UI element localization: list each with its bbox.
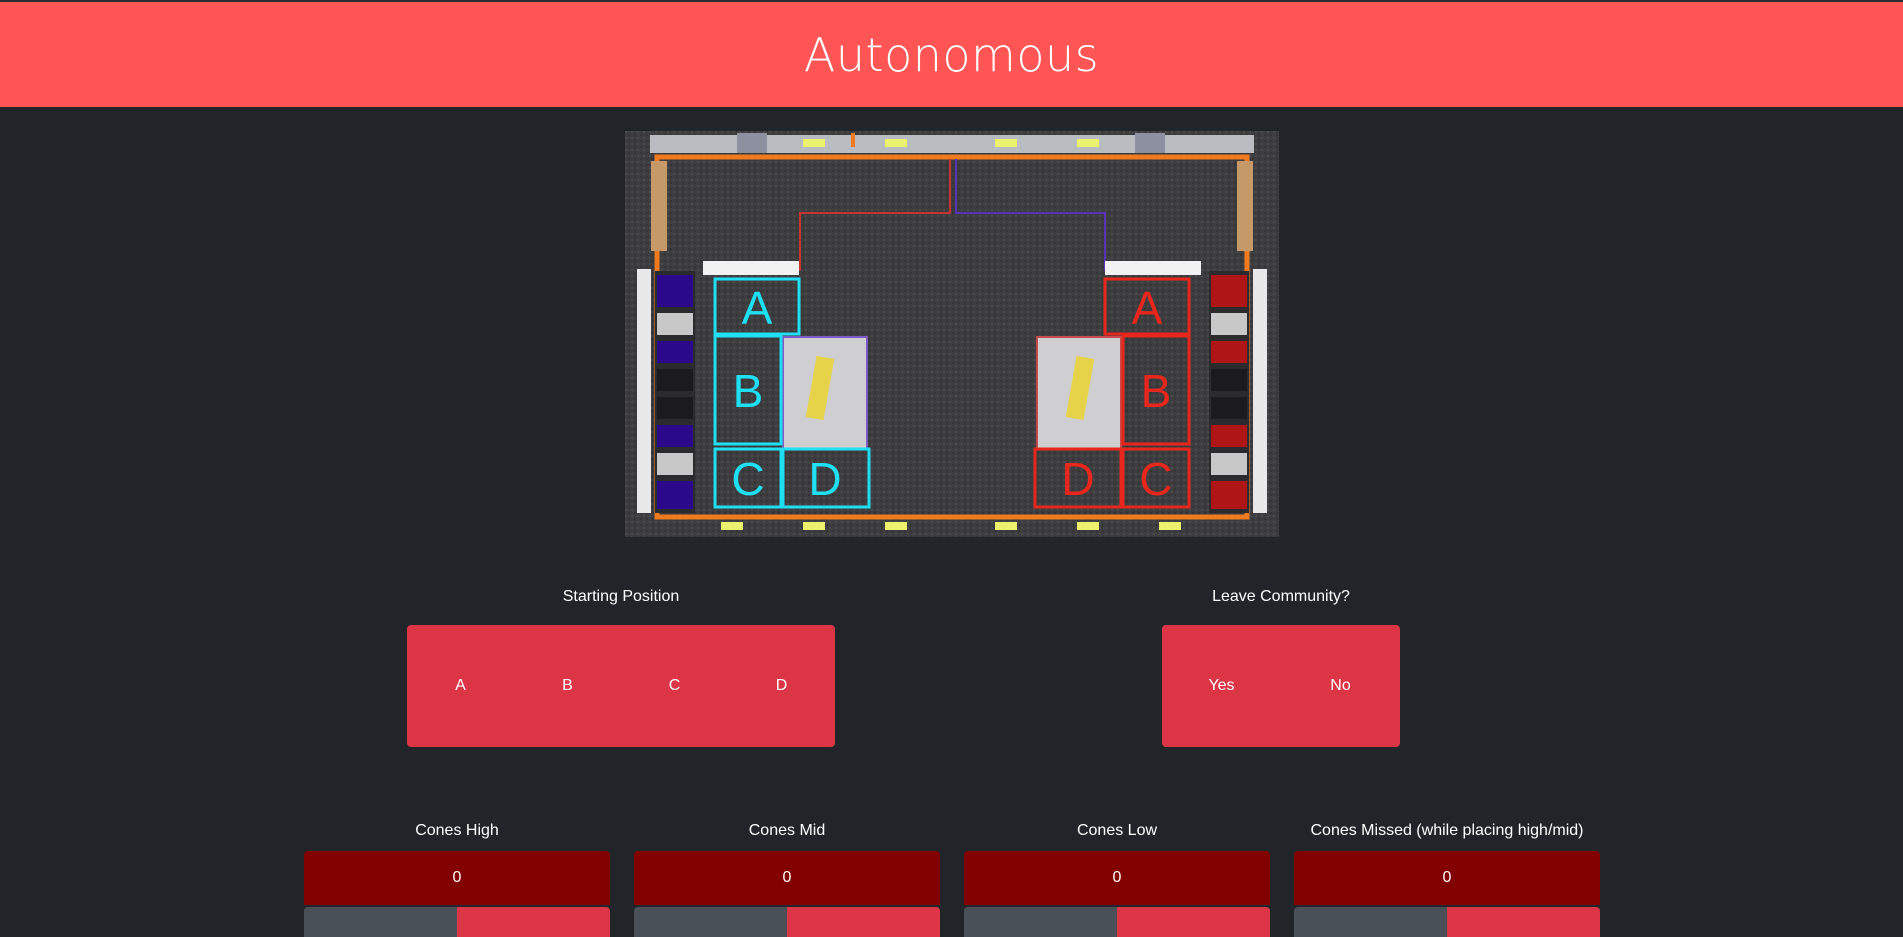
svg-text:B: B [733,365,764,417]
leave-community-no-button[interactable]: No [1281,625,1400,747]
starting-position-label: Starting Position [562,588,680,605]
leave-community-yes-button[interactable]: Yes [1162,625,1281,747]
cones-mid-label: Cones Mid [748,822,826,839]
start-position-a-button[interactable]: A [407,625,514,747]
cones-high-decrement-button[interactable] [304,907,457,937]
cones-low-increment-button[interactable] [1117,907,1270,937]
svg-text:C: C [1139,453,1172,505]
cones-low-value: 0 [964,851,1270,905]
field-map: A B C D A B D C [625,131,1279,537]
cones-missed-increment-button[interactable] [1447,907,1600,937]
svg-text:B: B [1141,365,1172,417]
svg-text:C: C [731,453,764,505]
start-position-c-button[interactable]: C [621,625,728,747]
cones-high-value: 0 [304,851,610,905]
cones-low-decrement-button[interactable] [964,907,1117,937]
starting-position-group: A B C D [407,625,835,747]
cones-missed-label: Cones Missed (while placing high/mid) [1310,822,1584,839]
leave-community-group: Yes No [1162,625,1400,747]
cones-missed-value: 0 [1294,851,1600,905]
leave-community-label: Leave Community? [1212,588,1350,605]
cones-mid-value: 0 [634,851,940,905]
cones-mid-increment-button[interactable] [787,907,940,937]
svg-text:D: D [808,453,841,505]
page-header: Autonomous [0,2,1903,107]
page-title: Autonomous [803,27,1100,82]
cones-high-label: Cones High [415,822,499,839]
svg-text:A: A [742,282,773,334]
field-map-graphic: A B C D A B D C [625,131,1279,537]
cones-high-increment-button[interactable] [457,907,610,937]
cones-low-label: Cones Low [1076,822,1158,839]
svg-text:A: A [1132,282,1163,334]
cones-missed-decrement-button[interactable] [1294,907,1447,937]
cones-mid-decrement-button[interactable] [634,907,787,937]
start-position-b-button[interactable]: B [514,625,621,747]
svg-text:D: D [1061,453,1094,505]
start-position-d-button[interactable]: D [728,625,835,747]
